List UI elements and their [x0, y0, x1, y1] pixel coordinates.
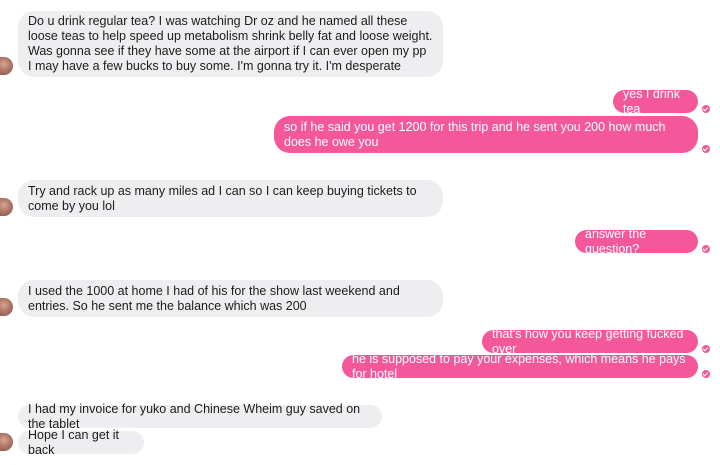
message-text: so if he said you get 1200 for this trip…: [284, 119, 669, 149]
message-outgoing[interactable]: so if he said you get 1200 for this trip…: [274, 116, 698, 153]
message-incoming[interactable]: I used the 1000 at home I had of his for…: [18, 280, 443, 317]
message-text: yes I drink tea: [623, 86, 684, 116]
message-text: Hope I can get it back: [28, 427, 123, 457]
contact-avatar[interactable]: [0, 198, 13, 216]
contact-avatar[interactable]: [0, 433, 13, 451]
message-outgoing[interactable]: that's how you keep getting fucked over: [482, 327, 698, 356]
message-thread: Do u drink regular tea? I was watching D…: [0, 0, 720, 465]
message-incoming[interactable]: Try and rack up as many miles ad I can s…: [18, 180, 443, 217]
message-outgoing[interactable]: answer the question?: [575, 227, 698, 256]
read-receipt-icon: [702, 245, 710, 253]
message-incoming[interactable]: Do u drink regular tea? I was watching D…: [18, 11, 443, 77]
contact-avatar[interactable]: [0, 57, 13, 75]
message-incoming[interactable]: I had my invoice for yuko and Chinese Wh…: [18, 402, 382, 431]
read-receipt-icon: [702, 345, 710, 353]
message-outgoing[interactable]: he is supposed to pay your expenses, whi…: [342, 352, 698, 381]
message-outgoing[interactable]: yes I drink tea: [613, 87, 698, 116]
message-text: I used the 1000 at home I had of his for…: [28, 283, 404, 313]
read-receipt-icon: [702, 370, 710, 378]
message-incoming[interactable]: Hope I can get it back: [18, 428, 144, 457]
read-receipt-icon: [702, 145, 710, 153]
message-text: he is supposed to pay your expenses, whi…: [352, 351, 690, 381]
contact-avatar[interactable]: [0, 298, 13, 316]
read-receipt-icon: [702, 105, 710, 113]
message-text: Do u drink regular tea? I was watching D…: [28, 14, 436, 73]
message-text: Try and rack up as many miles ad I can s…: [28, 183, 421, 213]
message-text: answer the question?: [585, 226, 650, 256]
